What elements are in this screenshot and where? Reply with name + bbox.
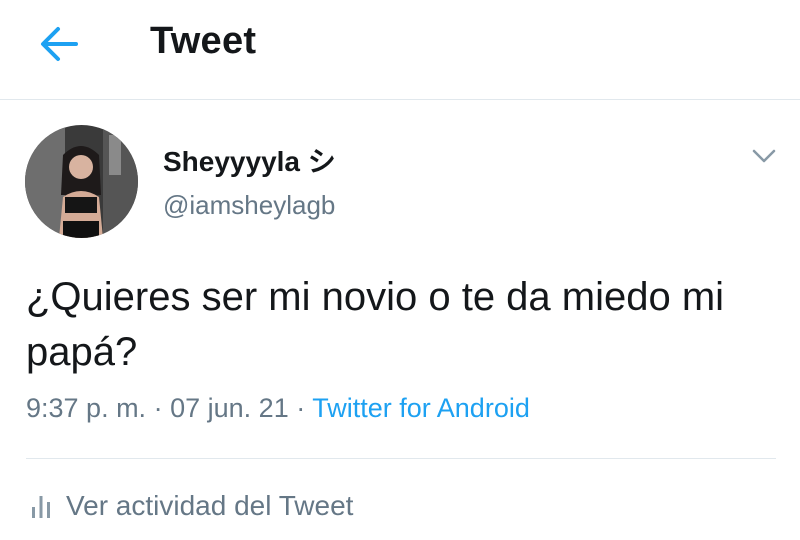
divider <box>26 458 776 459</box>
tweet-activity-label: Ver actividad del Tweet <box>66 490 354 521</box>
chevron-down-icon <box>752 149 776 163</box>
avatar[interactable] <box>25 125 138 238</box>
meta-separator: · <box>153 393 163 423</box>
tweet-date: 07 jun. 21 <box>170 393 289 423</box>
tweet-metadata: 9:37 p. m. · 07 jun. 21 · Twitter for An… <box>26 393 530 424</box>
author-handle[interactable]: @iamsheylagb <box>163 190 335 221</box>
back-button[interactable] <box>36 24 82 64</box>
top-bar: Tweet <box>0 0 800 100</box>
profile-photo-icon <box>25 125 138 238</box>
tweet-source-link[interactable]: Twitter for Android <box>312 393 530 423</box>
page-title: Tweet <box>150 20 257 62</box>
tweet-menu-button[interactable] <box>748 142 780 170</box>
bar-chart-icon <box>32 496 50 518</box>
tweet-time: 9:37 p. m. <box>26 393 147 423</box>
author-display-name[interactable]: Sheyyyyla シ <box>163 140 336 180</box>
arrow-left-icon <box>41 27 78 61</box>
tweet-activity-button[interactable]: Ver actividad del Tweet <box>30 486 353 526</box>
meta-separator: · <box>296 393 306 423</box>
tweet-text: ¿Quieres ser mi novio o te da miedo mi p… <box>26 275 725 374</box>
